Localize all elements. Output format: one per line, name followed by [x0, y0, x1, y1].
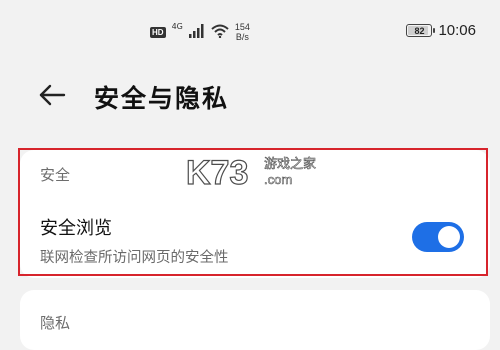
- speed-value: 154: [234, 22, 250, 32]
- signal-icon: [188, 23, 205, 42]
- hd-badge: HD: [150, 26, 166, 38]
- page-title: 安全与隐私: [94, 84, 230, 113]
- network-type-label: 4G: [171, 21, 183, 31]
- arrow-left-icon: [38, 83, 66, 111]
- speed-unit: B/s: [235, 32, 249, 42]
- safe-browsing-title: 安全浏览: [40, 218, 112, 239]
- section-header-security: 安全: [40, 166, 71, 184]
- toggle-knob: [438, 226, 460, 248]
- section-header-privacy: 隐私: [40, 314, 71, 332]
- title-bar: 安全与隐私: [0, 72, 500, 120]
- battery-icon: 82: [406, 24, 436, 37]
- back-button[interactable]: [36, 82, 68, 112]
- status-icons: HD 4G 154 B/s: [150, 20, 250, 44]
- status-bar: HD 4G 154 B/s 82 10:06: [0, 0, 500, 60]
- safe-browsing-toggle[interactable]: [412, 222, 464, 252]
- clock: 10:06: [438, 22, 476, 39]
- network-speed: 154 B/s: [235, 22, 250, 42]
- status-right: 82 10:06: [406, 22, 476, 39]
- wifi-icon: [211, 23, 229, 42]
- battery-level: 82: [414, 25, 425, 36]
- safe-browsing-row[interactable]: 安全浏览 联网检查所访问网页的安全性: [20, 200, 490, 276]
- privacy-card: [20, 290, 490, 350]
- safe-browsing-subtitle: 联网检查所访问网页的安全性: [40, 250, 229, 266]
